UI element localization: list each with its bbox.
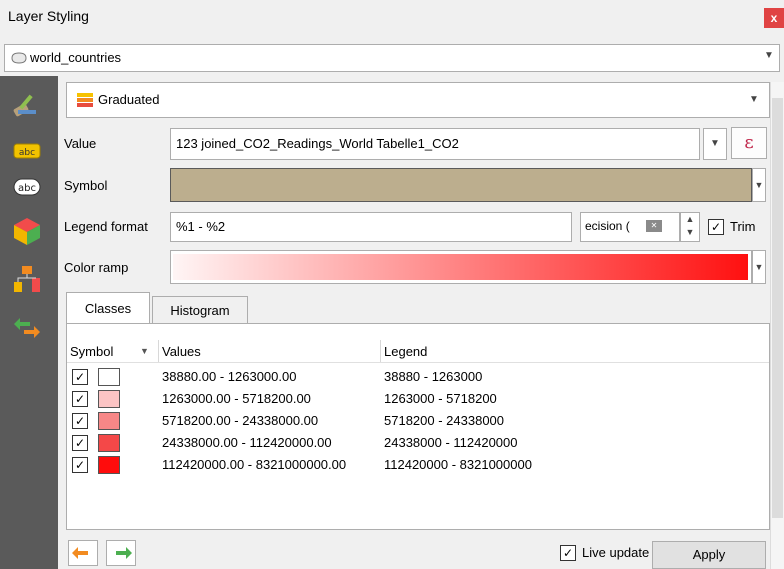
live-update-label: Live update <box>582 545 650 560</box>
chevron-down-icon[interactable]: ▼ <box>749 94 759 105</box>
class-legend[interactable]: 1263000 - 5718200 <box>384 391 497 406</box>
row-checkbox[interactable]: ✓ <box>72 413 88 429</box>
column-header-values[interactable]: Values <box>162 344 201 359</box>
class-legend[interactable]: 38880 - 1263000 <box>384 369 482 384</box>
svg-text:abc: abc <box>19 148 35 158</box>
title-bar <box>0 0 784 36</box>
class-values[interactable]: 1263000.00 - 5718200.00 <box>162 391 311 406</box>
class-legend[interactable]: 5718200 - 24338000 <box>384 413 504 428</box>
live-update-checkbox[interactable]: ✓ <box>560 545 576 561</box>
close-button[interactable]: x <box>764 8 784 28</box>
color-ramp-label: Color ramp <box>64 260 129 275</box>
class-values[interactable]: 38880.00 - 1263000.00 <box>162 369 296 384</box>
value-dropdown-button[interactable]: ▼ <box>703 128 727 160</box>
symbol-button[interactable] <box>170 168 752 202</box>
undo-icon <box>72 547 88 559</box>
column-header-symbol[interactable]: Symbol <box>70 344 113 359</box>
sort-arrow-icon: ▼ <box>140 346 149 356</box>
window-title: Layer Styling <box>8 8 89 24</box>
class-legend[interactable]: 112420000 - 8321000000 <box>384 457 532 472</box>
scrollbar-thumb[interactable] <box>772 98 783 518</box>
renderer-label: Graduated <box>98 92 160 107</box>
expression-button[interactable]: ε <box>731 127 767 159</box>
tab-classes[interactable]: Classes <box>66 292 150 324</box>
column-header-legend[interactable]: Legend <box>384 344 427 359</box>
column-divider <box>380 340 381 362</box>
class-color-swatch[interactable] <box>98 368 120 386</box>
undo-button[interactable] <box>68 540 98 566</box>
style-sidebar: abc abc <box>0 76 58 569</box>
class-values[interactable]: 112420000.00 - 8321000000.00 <box>162 457 346 472</box>
class-legend[interactable]: 24338000 - 112420000 <box>384 435 518 450</box>
polygon-layer-icon <box>11 52 27 64</box>
history-icon[interactable] <box>12 312 42 342</box>
class-color-swatch[interactable] <box>98 434 120 452</box>
diagram-icon[interactable] <box>12 264 42 294</box>
redo-button[interactable] <box>106 540 136 566</box>
column-divider <box>158 340 159 362</box>
row-checkbox[interactable]: ✓ <box>72 391 88 407</box>
trim-checkbox[interactable]: ✓ <box>708 219 724 235</box>
3d-cube-icon[interactable] <box>12 216 42 246</box>
symbol-label: Symbol <box>64 178 108 193</box>
labels-icon[interactable]: abc <box>12 136 42 166</box>
header-divider <box>67 362 769 363</box>
class-color-swatch[interactable] <box>98 390 120 408</box>
class-color-swatch[interactable] <box>98 456 120 474</box>
class-values[interactable]: 5718200.00 - 24338000.00 <box>162 413 318 428</box>
redo-icon <box>116 547 132 559</box>
row-checkbox[interactable]: ✓ <box>72 457 88 473</box>
labels-abc-icon[interactable]: abc <box>12 172 42 202</box>
svg-text:abc: abc <box>18 183 36 194</box>
value-label: Value <box>64 136 97 151</box>
graduated-renderer-icon <box>77 93 93 107</box>
clear-icon[interactable]: ✕ <box>646 220 662 232</box>
apply-button[interactable]: Apply <box>652 541 766 569</box>
class-color-swatch[interactable] <box>98 412 120 430</box>
legend-format-label: Legend format <box>64 219 148 234</box>
value-field-text: 123 joined_CO2_Readings_World Tabelle1_C… <box>176 136 459 151</box>
legend-format-input[interactable] <box>170 212 572 242</box>
class-values[interactable]: 24338000.00 - 112420000.00 <box>162 435 332 450</box>
color-ramp-menu-button[interactable]: ▼ <box>752 250 766 284</box>
layer-name: world_countries <box>30 50 122 65</box>
chevron-down-icon[interactable]: ▼ <box>764 50 774 61</box>
symbol-menu-button[interactable]: ▼ <box>752 168 766 202</box>
spin-arrows[interactable]: ▲ ▼ <box>680 212 700 242</box>
trim-label: Trim <box>730 219 756 234</box>
row-checkbox[interactable]: ✓ <box>72 369 88 385</box>
paintbrush-icon[interactable] <box>12 90 42 120</box>
tab-histogram[interactable]: Histogram <box>152 296 248 324</box>
precision-text: ecision ( <box>585 219 630 233</box>
row-checkbox[interactable]: ✓ <box>72 435 88 451</box>
renderer-selector[interactable] <box>66 82 770 118</box>
color-ramp-preview <box>173 254 748 280</box>
legend-format-value: %1 - %2 <box>176 219 226 234</box>
